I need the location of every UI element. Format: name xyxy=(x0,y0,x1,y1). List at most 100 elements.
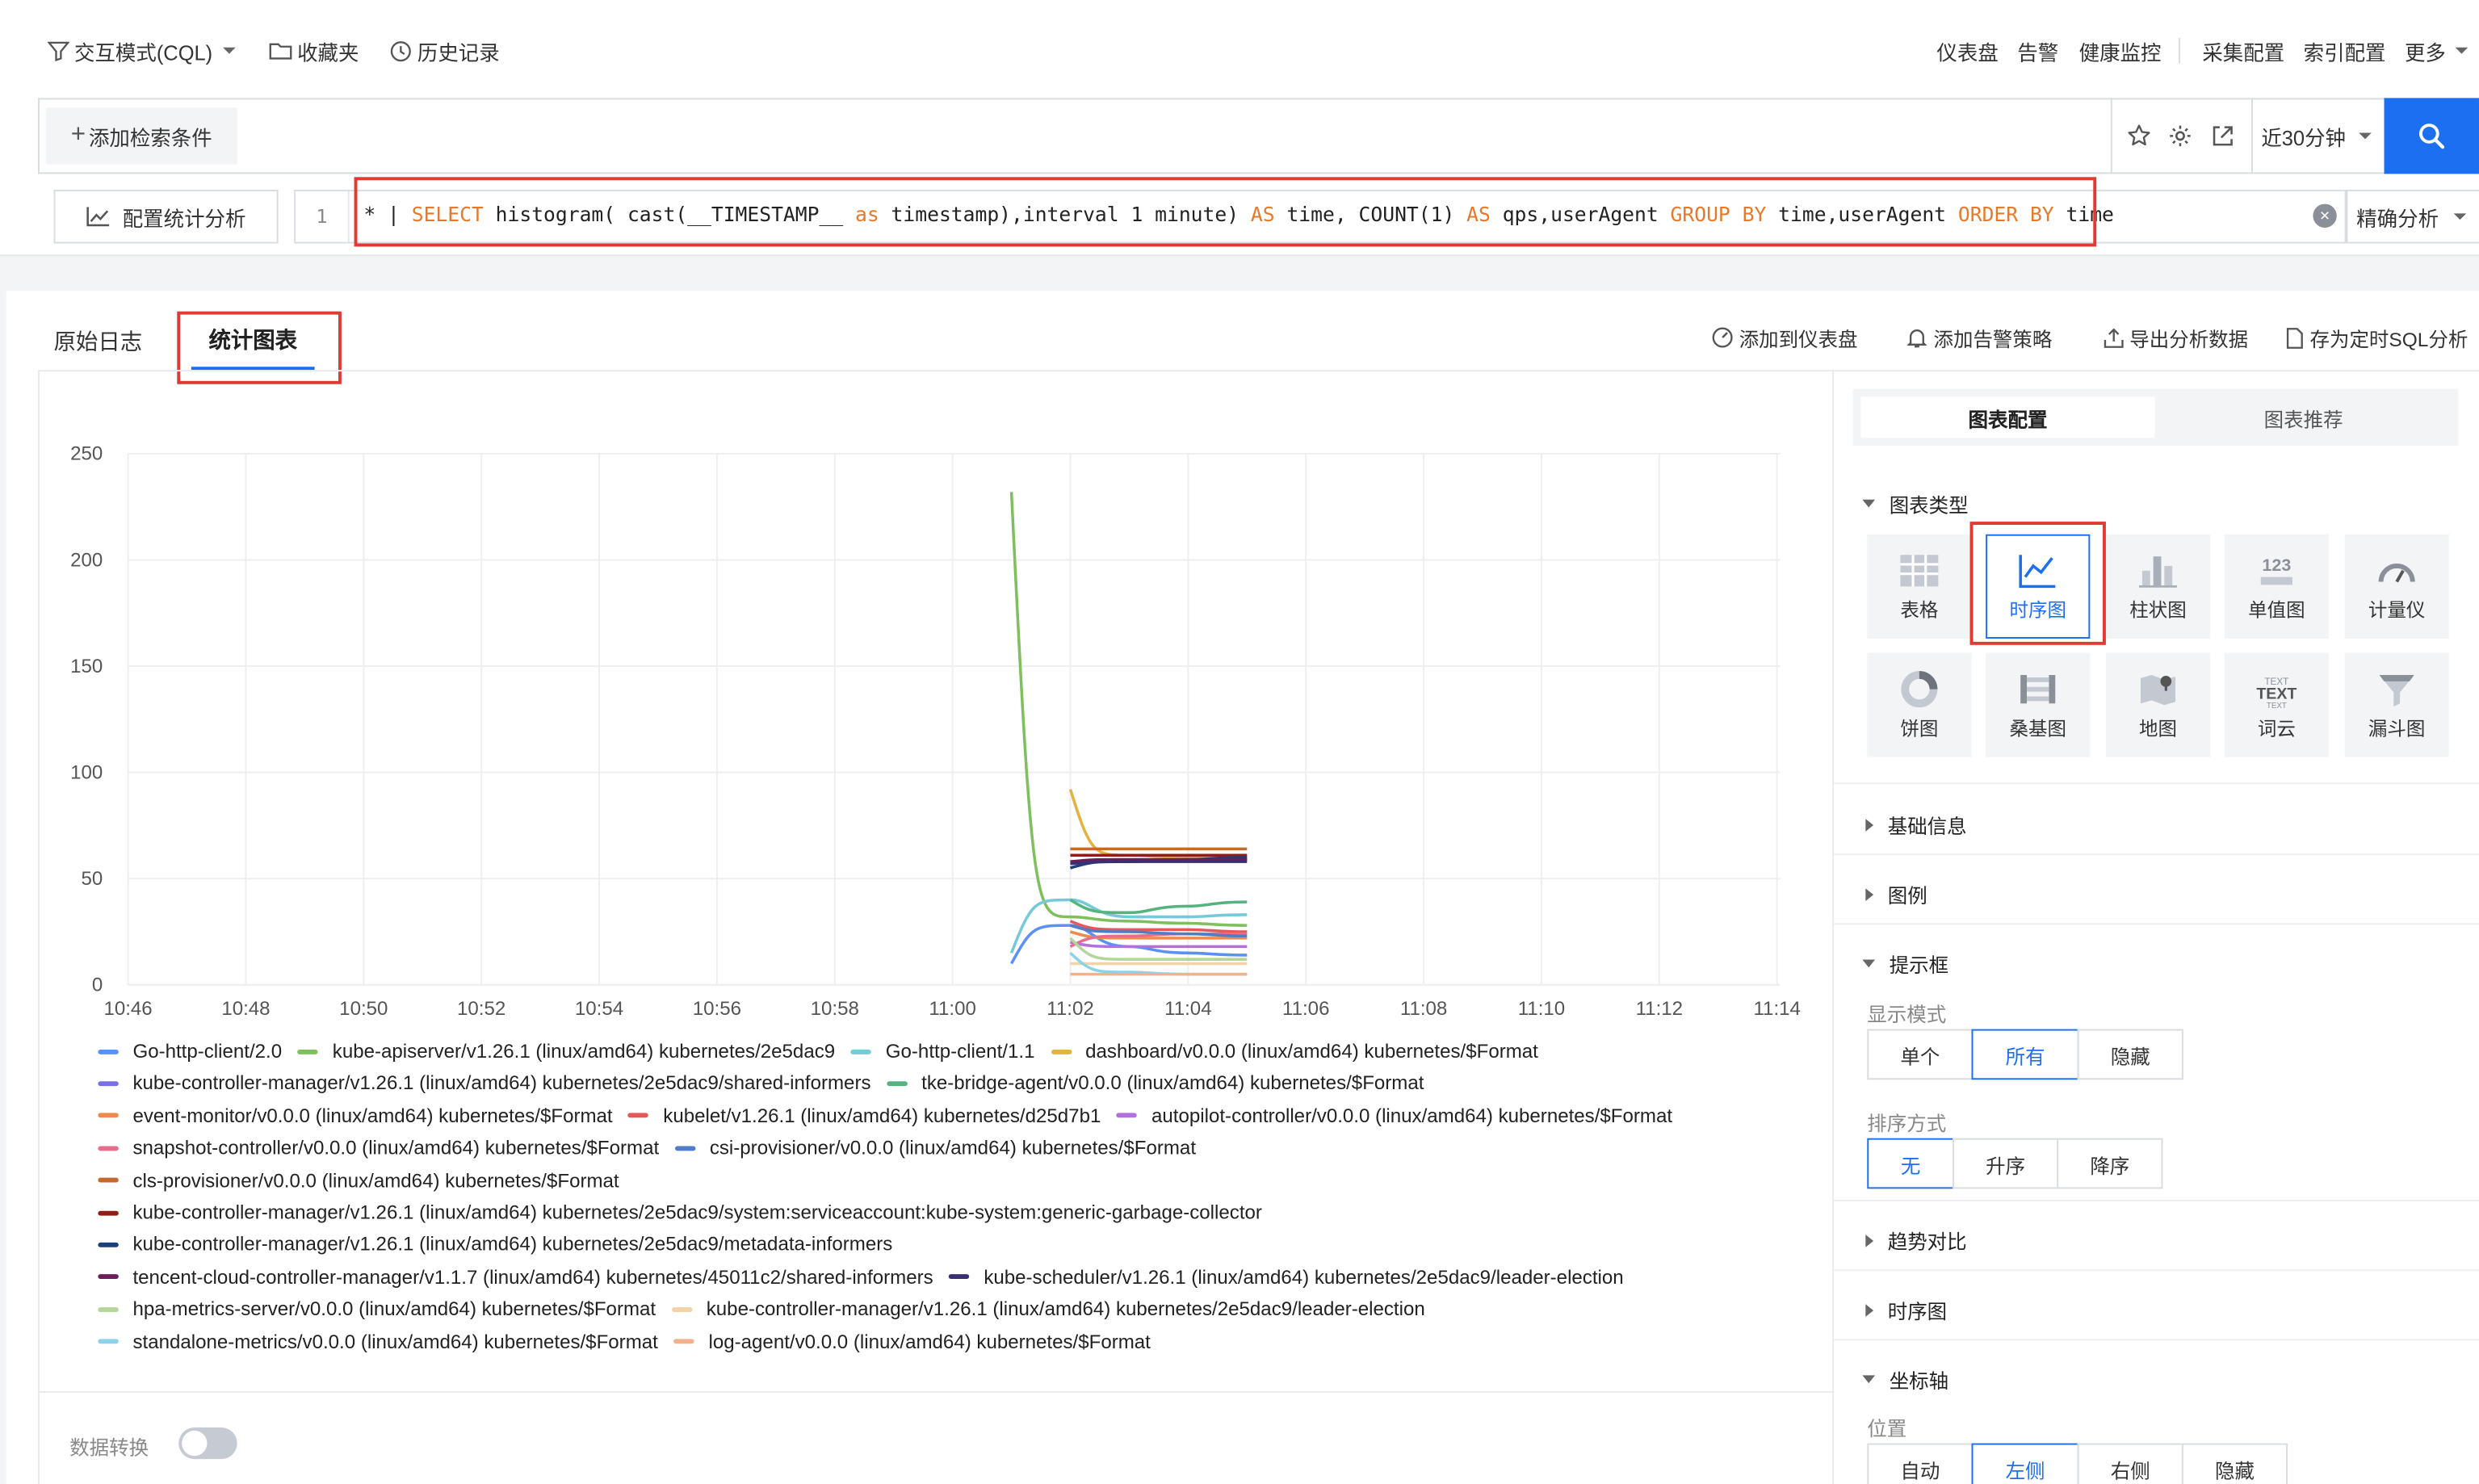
tab-chart-recommend[interactable]: 图表推荐 xyxy=(2157,396,2451,438)
legend-item[interactable]: dashboard/v0.0.0 (linux/amd64) kubernete… xyxy=(1051,1040,1538,1063)
series-line xyxy=(1070,860,1248,866)
x-tick-label: 10:54 xyxy=(575,998,623,1020)
legend-swatch xyxy=(673,1339,694,1344)
favorites-button[interactable]: 收藏夹 xyxy=(269,35,359,66)
search-button[interactable] xyxy=(2384,98,2479,174)
save-scheduled-sql-label: 存为定时SQL分析 xyxy=(2309,329,2469,351)
section-trend-compare[interactable]: 趋势对比 xyxy=(1862,1225,1967,1255)
legend-item[interactable]: kube-controller-manager/v1.26.1 (linux/a… xyxy=(98,1234,892,1256)
legend-item[interactable]: Go-http-client/2.0 xyxy=(98,1040,282,1063)
x-tick-label: 11:14 xyxy=(1753,998,1800,1020)
chart-type-option[interactable]: 计量仪 xyxy=(2344,534,2449,639)
legend-swatch xyxy=(98,1339,119,1344)
add-condition-button[interactable]: + 添加检索条件 xyxy=(45,107,237,165)
query-mode-dropdown[interactable]: 交互模式(CQL) xyxy=(47,35,246,66)
section-divider xyxy=(1834,923,2479,925)
star-button[interactable] xyxy=(2123,120,2154,152)
legend-item[interactable]: event-monitor/v0.0.0 (linux/amd64) kuber… xyxy=(98,1105,613,1127)
sort-none[interactable]: 无 xyxy=(1867,1138,1954,1189)
legend-item[interactable]: tencent-cloud-controller-manager/v1.1.7 … xyxy=(98,1266,933,1288)
sort-descending[interactable]: 降序 xyxy=(2057,1138,2163,1189)
add-alarm-button[interactable]: 添加告警策略 xyxy=(1905,322,2052,352)
gauge-icon xyxy=(2378,563,2415,582)
tab-chart-config[interactable]: 图表配置 xyxy=(1860,396,2155,438)
save-scheduled-sql-button[interactable]: 存为定时SQL分析 xyxy=(2284,322,2468,352)
legend-item[interactable]: hpa-metrics-server/v0.0.0 (linux/amd64) … xyxy=(98,1298,656,1320)
legend-item[interactable]: kube-controller-manager/v1.26.1 (linux/a… xyxy=(98,1201,1262,1223)
legend-row: kube-controller-manager/v1.26.1 (linux/a… xyxy=(98,1071,1440,1096)
precision-dropdown[interactable]: 精确分析 xyxy=(2346,189,2479,244)
chart-type-option[interactable]: 123 单值图 xyxy=(2224,534,2329,639)
legend-label: tencent-cloud-controller-manager/v1.1.7 … xyxy=(132,1265,933,1289)
data-transform-toggle[interactable] xyxy=(178,1427,237,1460)
timeseries-chart[interactable]: 250 200 150 100 50 010:46 10:48 10:50 10:52 10:54… xyxy=(38,427,1824,1028)
open-external-button[interactable] xyxy=(2207,120,2238,152)
chart-type-option[interactable]: 饼图 xyxy=(1867,652,1972,757)
nav-index-config[interactable]: 索引配置 xyxy=(2304,35,2386,66)
display-mode-single[interactable]: 单个 xyxy=(1867,1029,1974,1080)
gear-icon xyxy=(2170,125,2191,147)
legend-item[interactable]: kube-scheduler/v1.26.1 (linux/amd64) kub… xyxy=(949,1266,1624,1288)
legend-item[interactable]: log-agent/v0.0.0 (linux/amd64) kubernete… xyxy=(673,1331,1151,1352)
add-to-dashboard-button[interactable]: 添加到仪表盘 xyxy=(1710,322,1858,352)
y-tick-label: 250 xyxy=(70,443,103,465)
legend-item[interactable]: tke-bridge-agent/v0.0.0 (linux/amd64) ku… xyxy=(887,1072,1424,1095)
section-chart-type[interactable]: 图表类型 xyxy=(1862,488,1969,518)
svg-text:123: 123 xyxy=(2262,555,2291,574)
star-icon xyxy=(2128,124,2150,146)
legend-item[interactable]: autopilot-controller/v0.0.0 (linux/amd64… xyxy=(1116,1105,1672,1127)
axis-position-left[interactable]: 左侧 xyxy=(1971,1443,2079,1484)
legend-item[interactable]: csi-provisioner/v0.0.0 (linux/amd64) kub… xyxy=(674,1137,1196,1159)
settings-button[interactable] xyxy=(2164,120,2196,152)
chart-type-option[interactable]: 漏斗图 xyxy=(2344,652,2449,757)
legend-item[interactable]: cls-provisioner/v0.0.0 (linux/amd64) kub… xyxy=(98,1169,619,1191)
legend-row: hpa-metrics-server/v0.0.0 (linux/amd64) … xyxy=(98,1297,1441,1322)
search-icon xyxy=(2418,124,2445,149)
legend-swatch xyxy=(98,1049,119,1054)
nav-collection-config[interactable]: 采集配置 xyxy=(2202,35,2284,66)
chart-type-label: 漏斗图 xyxy=(2368,716,2426,740)
legend-item[interactable]: kube-controller-manager/v1.26.1 (linux/a… xyxy=(671,1298,1425,1320)
section-timeseries[interactable]: 时序图 xyxy=(1862,1295,1947,1325)
legend-item[interactable]: Go-http-client/1.1 xyxy=(850,1040,1034,1063)
legend-item[interactable]: snapshot-controller/v0.0.0 (linux/amd64)… xyxy=(98,1137,659,1159)
axis-position-right[interactable]: 右侧 xyxy=(2077,1443,2183,1484)
nav-health-monitor[interactable]: 健康监控 xyxy=(2079,35,2162,66)
chart-type-option[interactable]: 柱状图 xyxy=(2105,534,2211,639)
time-range-dropdown[interactable]: 近30分钟 xyxy=(2251,98,2384,174)
search-bar[interactable] xyxy=(37,98,2479,174)
x-tick-label: 11:12 xyxy=(1636,998,1683,1020)
legend-item[interactable]: kubelet/v1.26.1 (linux/amd64) kubernetes… xyxy=(628,1105,1101,1127)
chart-line-icon xyxy=(87,207,111,227)
nav-dashboard[interactable]: 仪表盘 xyxy=(1936,35,1998,66)
svg-text:TEXT: TEXT xyxy=(2267,701,2287,707)
nav-more[interactable]: 更多 xyxy=(2405,35,2471,66)
sort-ascending[interactable]: 升序 xyxy=(1953,1138,2059,1189)
legend-item[interactable]: kube-apiserver/v1.26.1 (linux/amd64) kub… xyxy=(297,1040,835,1063)
chart-type-option[interactable]: 表格 xyxy=(1867,534,1972,639)
tab-raw-logs[interactable]: 原始日志 xyxy=(54,325,143,357)
legend-swatch xyxy=(98,1209,119,1215)
legend-swatch xyxy=(628,1113,649,1118)
axis-position-auto[interactable]: 自动 xyxy=(1867,1443,1974,1484)
axis-position-hide[interactable]: 隐藏 xyxy=(2181,1443,2288,1484)
history-button[interactable]: 历史记录 xyxy=(389,35,500,66)
legend-item[interactable]: standalone-metrics/v0.0.0 (linux/amd64) … xyxy=(98,1331,658,1352)
chart-type-option[interactable]: 地图 xyxy=(2105,652,2211,757)
nav-alarm[interactable]: 告警 xyxy=(2017,35,2058,66)
chart-type-option[interactable]: 桑基图 xyxy=(1986,652,2091,757)
legend-row: kube-controller-manager/v1.26.1 (linux/a… xyxy=(98,1200,1277,1225)
config-stats-button[interactable]: 配置统计分析 xyxy=(53,189,279,244)
section-legend[interactable]: 图例 xyxy=(1862,879,1927,909)
chart-type-option[interactable]: TEXT TEXT TEXT 词云 xyxy=(2224,652,2329,757)
display-mode-all[interactable]: 所有 xyxy=(1971,1029,2079,1080)
section-tooltip[interactable]: 提示框 xyxy=(1862,949,1948,979)
legend-item[interactable]: kube-controller-manager/v1.26.1 (linux/a… xyxy=(98,1072,870,1095)
section-legend-label: 图例 xyxy=(1887,885,1927,908)
section-axis[interactable]: 坐标轴 xyxy=(1862,1365,1948,1394)
export-data-button[interactable]: 导出分析数据 xyxy=(2103,322,2248,352)
display-mode-hide[interactable]: 隐藏 xyxy=(2077,1029,2183,1080)
clear-icon[interactable]: × xyxy=(2313,203,2337,228)
section-basic-info[interactable]: 基础信息 xyxy=(1862,809,1967,839)
legend-swatch xyxy=(949,1274,970,1280)
